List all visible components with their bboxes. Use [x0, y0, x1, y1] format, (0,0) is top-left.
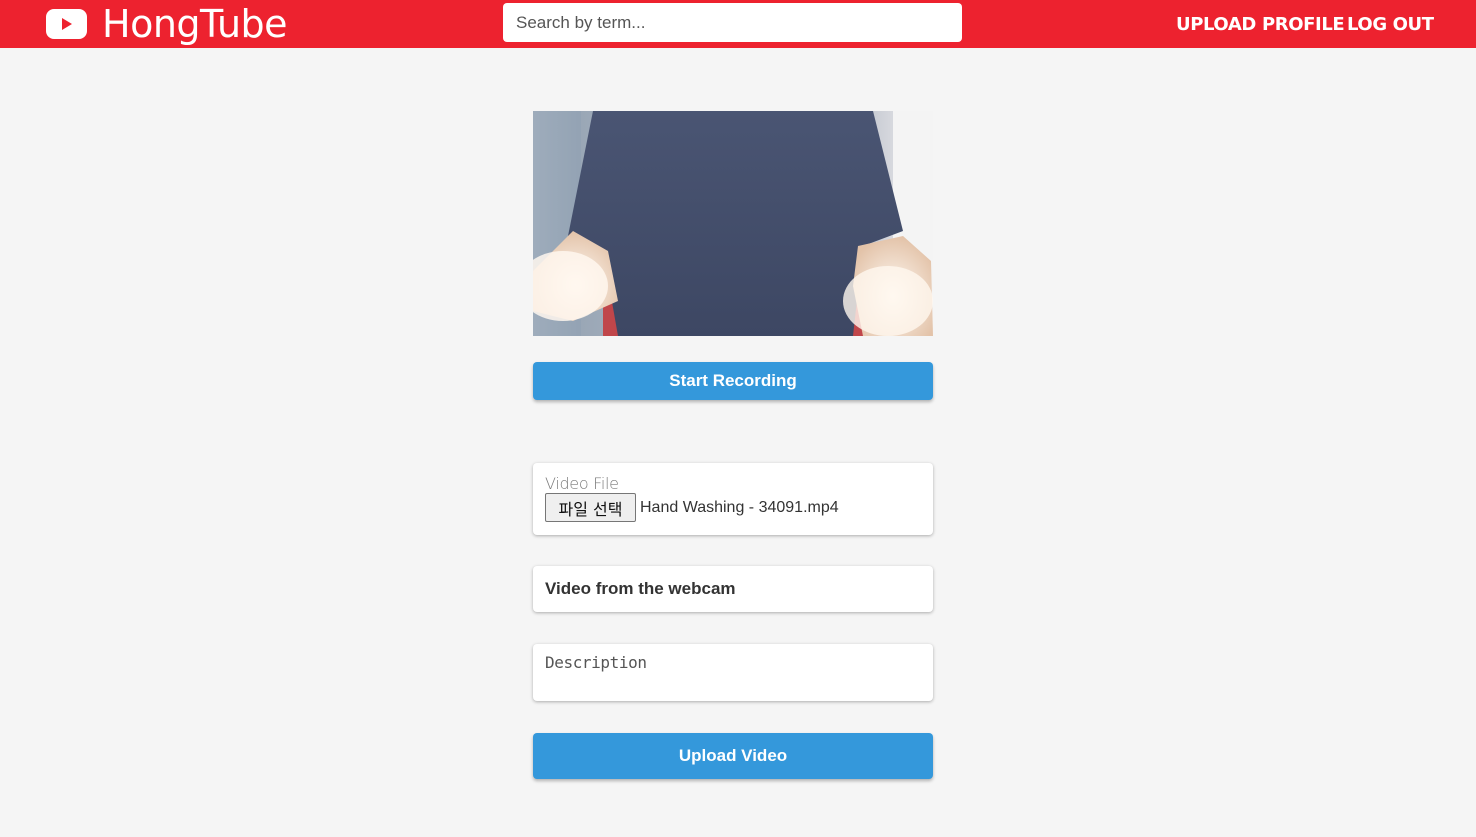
video-file-label: Video File	[545, 474, 619, 493]
video-file-field: Video File 파일 선택 Hand Washing - 34091.mp…	[533, 463, 933, 535]
choose-file-button[interactable]: 파일 선택	[545, 493, 636, 522]
nav-logout-wrap: LOG OUT	[1347, 0, 1434, 48]
title-input[interactable]: Video from the webcam	[533, 566, 933, 612]
nav-profile-wrap: PROFILE	[1262, 0, 1345, 48]
nav-logout-link[interactable]: LOG OUT	[1347, 14, 1434, 35]
upload-video-button[interactable]: Upload Video	[533, 733, 933, 779]
nav-upload-link[interactable]: UPLOAD	[1176, 14, 1256, 35]
webcam-video-preview[interactable]	[533, 111, 933, 336]
top-header: HongTube UPLOAD PROFILE LOG OUT	[0, 0, 1476, 48]
youtube-play-icon	[46, 9, 87, 39]
selected-file-name: Hand Washing - 34091.mp4	[640, 499, 839, 516]
webcam-frame-image	[533, 111, 933, 336]
nav-profile-link[interactable]: PROFILE	[1262, 14, 1345, 35]
brand-name: HongTube	[102, 2, 288, 46]
title-input-value: Video from the webcam	[545, 579, 736, 598]
nav-upload-wrap: UPLOAD	[1176, 0, 1256, 48]
description-placeholder: Description	[545, 653, 647, 672]
start-recording-button[interactable]: Start Recording	[533, 362, 933, 400]
brand-logo-link[interactable]: HongTube	[46, 0, 288, 48]
search-input[interactable]	[503, 3, 962, 42]
description-textarea[interactable]: Description	[533, 644, 933, 701]
